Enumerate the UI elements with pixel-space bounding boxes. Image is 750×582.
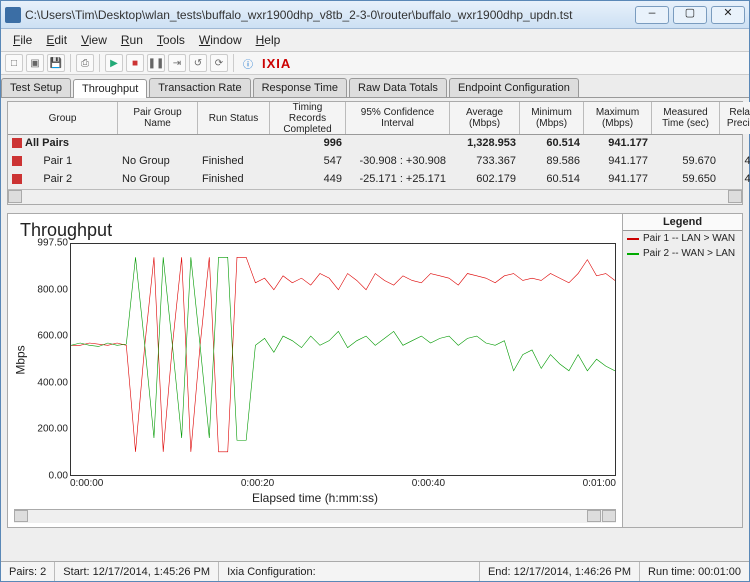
y-tick: 200.00 — [37, 424, 68, 435]
col-header[interactable]: Measured Time (sec) — [652, 102, 720, 134]
results-grid: GroupPair Group NameRun StatusTiming Rec… — [7, 101, 743, 205]
menu-view[interactable]: View — [75, 31, 113, 49]
col-header[interactable]: Relative Precision — [720, 102, 750, 134]
tab-throughput[interactable]: Throughput — [73, 79, 147, 98]
status-config: Ixia Configuration: — [219, 562, 480, 581]
print-icon[interactable]: ⎙ — [76, 54, 94, 72]
close-button[interactable]: ✕ — [711, 6, 745, 24]
app-window: C:\Users\Tim\Desktop\wlan_tests\buffalo_… — [0, 0, 750, 582]
y-tick: 997.50 — [37, 238, 68, 249]
chart-panel: Throughput Mbps 997.50 800.00 600.00 400.00… — [8, 214, 622, 527]
menu-run[interactable]: Run — [115, 31, 149, 49]
y-tick: 400.00 — [37, 377, 68, 388]
chart-plot[interactable] — [70, 243, 616, 476]
tabs: Test SetupThroughputTransaction RateResp… — [1, 75, 749, 98]
minimize-button[interactable]: — — [635, 6, 669, 24]
chart-title: Throughput — [20, 220, 616, 241]
x-tick: 0:00:00 — [70, 478, 103, 489]
grid-scrollbar-x[interactable] — [8, 189, 742, 204]
run-icon[interactable]: ▶ — [105, 54, 123, 72]
pause-icon[interactable]: ❚❚ — [147, 54, 165, 72]
menu-window[interactable]: Window — [193, 31, 248, 49]
table-row[interactable]: Pair 2No GroupFinished449-25.171 : +25.1… — [8, 171, 742, 189]
col-header[interactable]: Maximum (Mbps) — [584, 102, 652, 134]
info-icon[interactable]: ⓘ — [239, 54, 257, 72]
x-tick: 0:00:40 — [412, 478, 445, 489]
y-tick: 0.00 — [49, 471, 68, 482]
status-end: End: 12/17/2014, 1:46:26 PM — [480, 562, 640, 581]
maximize-button[interactable]: ▢ — [673, 6, 707, 24]
menu-edit[interactable]: Edit — [40, 31, 73, 49]
titlebar[interactable]: C:\Users\Tim\Desktop\wlan_tests\buffalo_… — [1, 1, 749, 29]
save-icon[interactable]: 💾 — [47, 54, 65, 72]
status-pairs: Pairs: 2 — [1, 562, 55, 581]
col-header[interactable]: Minimum (Mbps) — [520, 102, 584, 134]
menu-help[interactable]: Help — [250, 31, 287, 49]
series-line — [71, 257, 615, 440]
step-icon[interactable]: ⇥ — [168, 54, 186, 72]
tab-transaction-rate[interactable]: Transaction Rate — [149, 78, 250, 97]
y-tick: 600.00 — [37, 331, 68, 342]
toolbar: □ ▣ 💾 ⎙ ▶ ■ ❚❚ ⇥ ↺ ⟳ ⓘ IXIA — [1, 52, 749, 75]
col-header[interactable]: Average (Mbps) — [450, 102, 520, 134]
x-axis-label: Elapsed time (h:mm:ss) — [14, 491, 616, 505]
refresh-icon[interactable]: ⟳ — [210, 54, 228, 72]
tab-endpoint-configuration[interactable]: Endpoint Configuration — [449, 78, 579, 97]
menu-file[interactable]: File — [7, 31, 38, 49]
window-title: C:\Users\Tim\Desktop\wlan_tests\buffalo_… — [25, 8, 635, 22]
statusbar: Pairs: 2 Start: 12/17/2014, 1:45:26 PM I… — [1, 561, 749, 581]
stop-icon[interactable]: ■ — [126, 54, 144, 72]
open-file-icon[interactable]: ▣ — [26, 54, 44, 72]
tab-raw-data-totals[interactable]: Raw Data Totals — [349, 78, 447, 97]
table-row[interactable]: Pair 1No GroupFinished547-30.908 : +30.9… — [8, 153, 742, 171]
legend-item-2[interactable]: Pair 2 -- WAN > LAN — [623, 246, 742, 261]
x-tick: 0:01:00 — [583, 478, 616, 489]
col-header[interactable]: Pair Group Name — [118, 102, 198, 134]
new-file-icon[interactable]: □ — [5, 54, 23, 72]
status-runtime: Run time: 00:01:00 — [640, 562, 749, 581]
y-axis-label: Mbps — [14, 345, 28, 374]
col-header[interactable]: Run Status — [198, 102, 270, 134]
app-icon — [5, 7, 21, 23]
menubar: File Edit View Run Tools Window Help — [1, 29, 749, 52]
menu-tools[interactable]: Tools — [151, 31, 191, 49]
legend-header: Legend — [623, 214, 742, 231]
legend: Legend Pair 1 -- LAN > WAN Pair 2 -- WAN… — [622, 214, 742, 527]
y-tick: 800.00 — [37, 284, 68, 295]
x-tick: 0:00:20 — [241, 478, 274, 489]
chart-scrollbar-x[interactable] — [14, 509, 616, 523]
status-start: Start: 12/17/2014, 1:45:26 PM — [55, 562, 219, 581]
tab-test-setup[interactable]: Test Setup — [1, 78, 71, 97]
col-header[interactable]: Timing Records Completed — [270, 102, 346, 134]
col-header[interactable]: 95% Confidence Interval — [346, 102, 450, 134]
table-row[interactable]: All Pairs9961,328.95360.514941.177 — [8, 135, 742, 153]
sync-icon[interactable]: ↺ — [189, 54, 207, 72]
brand-logo: IXIA — [262, 56, 291, 71]
col-header[interactable]: Group — [8, 102, 118, 134]
tab-response-time[interactable]: Response Time — [253, 78, 347, 97]
legend-item-1[interactable]: Pair 1 -- LAN > WAN — [623, 231, 742, 246]
